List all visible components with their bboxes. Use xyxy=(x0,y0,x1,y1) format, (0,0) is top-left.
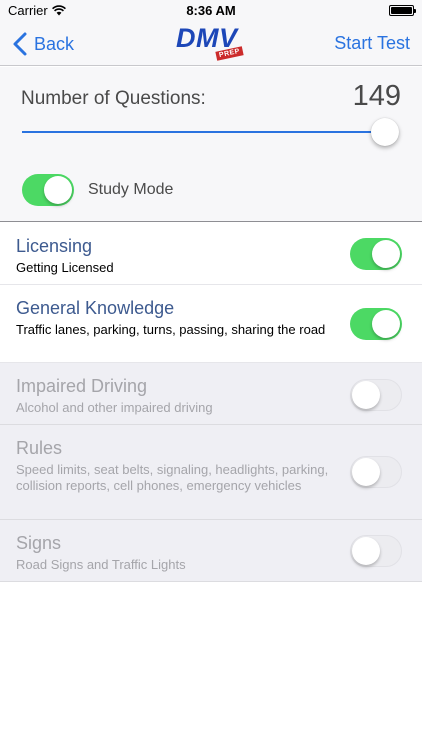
battery-icon xyxy=(389,5,416,16)
nav-bar: Back DMV PREP Start Test xyxy=(0,22,422,66)
category-row-licensing[interactable]: Licensing Getting Licensed xyxy=(0,223,422,285)
questions-slider[interactable] xyxy=(22,117,402,147)
category-row-rules[interactable]: Rules Speed limits, seat belts, signalin… xyxy=(0,425,422,520)
impaired-driving-toggle[interactable] xyxy=(350,379,402,411)
toggle-knob xyxy=(44,176,72,204)
general-knowledge-toggle[interactable] xyxy=(350,308,402,340)
questions-label: Number of Questions: xyxy=(21,88,206,109)
category-subtitle: Road Signs and Traffic Lights xyxy=(16,557,186,572)
category-subtitle: Alcohol and other impaired driving xyxy=(16,400,213,415)
category-subtitle: Getting Licensed xyxy=(16,260,114,275)
toggle-knob xyxy=(352,380,380,409)
back-button[interactable]: Back xyxy=(10,31,74,57)
status-time: 8:36 AM xyxy=(186,3,236,18)
category-subtitle: Speed limits, seat belts, signaling, hea… xyxy=(16,462,329,493)
category-row-signs[interactable]: Signs Road Signs and Traffic Lights xyxy=(0,520,422,582)
toggle-knob xyxy=(372,310,400,338)
category-subtitle: Traffic lanes, parking, turns, passing, … xyxy=(16,322,326,337)
back-label: Back xyxy=(34,33,75,54)
app-logo: DMV PREP xyxy=(176,22,250,66)
category-title: Rules xyxy=(16,438,63,458)
settings-panel: Number of Questions: 149 Study Mode xyxy=(0,67,422,222)
category-row-general-knowledge[interactable]: General Knowledge Traffic lanes, parking… xyxy=(0,285,422,363)
toggle-knob xyxy=(372,240,400,268)
slider-track xyxy=(22,131,386,133)
toggle-knob xyxy=(352,457,380,486)
category-row-impaired-driving[interactable]: Impaired Driving Alcohol and other impai… xyxy=(0,363,422,425)
chevron-left-icon xyxy=(13,32,27,56)
signs-toggle[interactable] xyxy=(350,535,402,567)
status-bar: Carrier 8:36 AM xyxy=(0,0,422,22)
slider-thumb[interactable] xyxy=(371,118,399,146)
licensing-toggle[interactable] xyxy=(350,238,402,270)
start-test-button[interactable]: Start Test xyxy=(334,33,410,54)
study-mode-row: Study Mode xyxy=(22,174,173,206)
study-mode-label: Study Mode xyxy=(88,181,174,198)
study-mode-toggle[interactable] xyxy=(22,174,74,206)
category-list: Licensing Getting Licensed General Knowl… xyxy=(0,223,422,582)
questions-value: 149 xyxy=(352,80,401,112)
toggle-knob xyxy=(352,536,380,565)
rules-toggle[interactable] xyxy=(350,456,402,488)
